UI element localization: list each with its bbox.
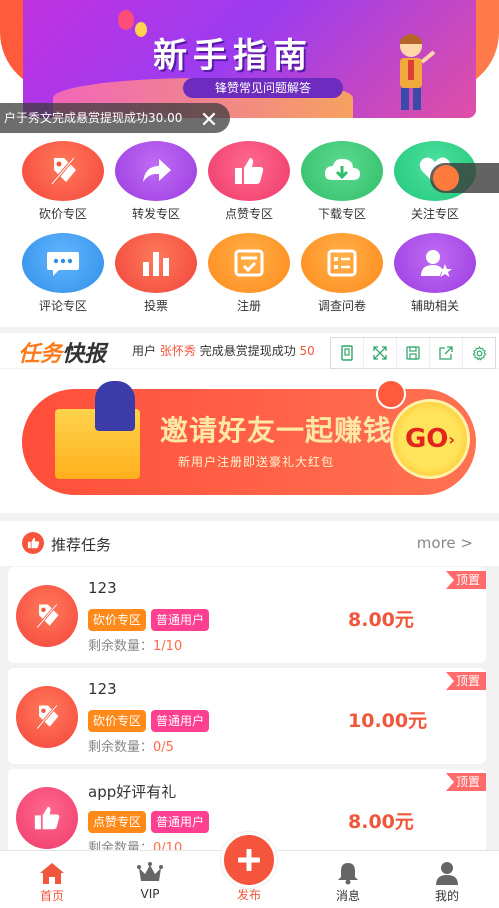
- recommend-header: 推荐任务 more >: [0, 521, 499, 566]
- news-text: 用户 张怀秀 完成悬赏提现成功 50: [132, 344, 315, 358]
- crown-icon: [120, 859, 180, 887]
- category-label: 调查问卷: [317, 299, 366, 313]
- publish-label: 发布: [236, 888, 261, 902]
- task-price: 8.00元: [348, 811, 414, 833]
- category-forward[interactable]: 转发专区: [111, 141, 201, 222]
- task-remaining: 剩余数量：1/10: [88, 639, 183, 654]
- category-grid: 砍价专区 转发专区 点赞专区 下载专区 关注专区 评论专区 投票 注册 调查问卷…: [0, 135, 499, 327]
- recommend-title: 推荐任务: [51, 536, 112, 554]
- thumbs-up-icon: [16, 787, 78, 849]
- bell-decoration-icon: [376, 379, 406, 409]
- nav-home[interactable]: 首页: [22, 859, 82, 904]
- close-icon[interactable]: ✕: [198, 110, 220, 133]
- user-star-icon: [394, 233, 476, 293]
- more-link[interactable]: more >: [417, 534, 473, 552]
- thumbs-up-icon: [22, 532, 44, 554]
- task-price: 10.00元: [348, 710, 428, 732]
- share-icon[interactable]: [430, 338, 463, 368]
- nav-mine[interactable]: 我的: [417, 859, 477, 904]
- settings-gear-icon[interactable]: [463, 338, 495, 368]
- nav-label: 首页: [39, 889, 64, 903]
- nav-messages[interactable]: 消息: [318, 859, 378, 904]
- nav-label: 消息: [335, 889, 360, 903]
- pinned-badge: 顶置: [445, 672, 486, 690]
- pinned-badge: 顶置: [445, 571, 486, 589]
- task-tags: 点赞专区 普通用户: [88, 811, 210, 833]
- plus-icon: [238, 849, 260, 871]
- category-label: 注册: [236, 299, 261, 313]
- bar-chart-icon: [115, 233, 197, 293]
- category-survey[interactable]: 调查问卷: [297, 233, 387, 314]
- category-label: 辅助相关: [410, 299, 459, 313]
- go-button[interactable]: GO ›: [390, 399, 470, 479]
- floating-toolbar: [330, 337, 496, 369]
- pinned-badge: 顶置: [445, 773, 486, 791]
- withdraw-marquee: 户于秀文完成悬赏提现成功30.00: [0, 103, 230, 133]
- balloon-decoration: [118, 10, 134, 30]
- publish-button[interactable]: [221, 832, 277, 888]
- user-level-tag: 普通用户: [151, 609, 210, 631]
- register-form-icon: [208, 233, 290, 293]
- nav-vip[interactable]: VIP: [120, 859, 180, 901]
- task-tags: 砍价专区 普通用户: [88, 609, 210, 631]
- floating-promo[interactable]: [430, 163, 499, 193]
- category-like[interactable]: 点赞专区: [204, 141, 294, 222]
- category-tag: 砍价专区: [88, 710, 147, 732]
- cartoon-person-icon: [400, 34, 436, 110]
- invite-title: 邀请好友一起赚钱: [160, 414, 393, 447]
- category-register[interactable]: 注册: [204, 233, 294, 314]
- category-vote[interactable]: 投票: [111, 233, 201, 314]
- category-bargain[interactable]: 砍价专区: [18, 141, 108, 222]
- thumbs-up-icon: [208, 141, 290, 201]
- task-tags: 砍价专区 普通用户: [88, 710, 210, 732]
- category-comment[interactable]: 评论专区: [18, 233, 108, 314]
- task-card[interactable]: 123 砍价专区 普通用户 剩余数量：0/5 10.00元 顶置: [8, 668, 486, 764]
- chat-bubble-icon: [22, 233, 104, 293]
- save-icon[interactable]: [397, 338, 430, 368]
- category-label: 转发专区: [131, 207, 180, 221]
- category-label: 下载专区: [317, 207, 366, 221]
- category-label: 投票: [143, 299, 168, 313]
- balloon-decoration: [135, 22, 147, 37]
- category-label: 关注专区: [410, 207, 459, 221]
- category-download[interactable]: 下载专区: [297, 141, 387, 222]
- promo-avatar: [433, 165, 459, 191]
- invite-subtitle: 新用户注册即送豪礼大红包: [178, 455, 335, 469]
- fullscreen-icon[interactable]: [364, 338, 397, 368]
- category-label: 评论专区: [38, 299, 87, 313]
- banner-subtitle: 锋赞常见问题解答: [183, 78, 343, 98]
- category-assist[interactable]: 辅助相关: [390, 233, 480, 314]
- task-price: 8.00元: [348, 609, 414, 631]
- invite-banner[interactable]: 邀请好友一起赚钱 新用户注册即送豪礼大红包 GO ›: [0, 369, 499, 513]
- tag-slash-icon: [16, 686, 78, 748]
- task-name: 123: [88, 579, 117, 597]
- task-card[interactable]: 123 砍价专区 普通用户 剩余数量：1/10 8.00元 顶置: [8, 567, 486, 663]
- copy-icon[interactable]: [331, 338, 364, 368]
- news-logo: 任务快报: [18, 342, 107, 367]
- category-label: 砍价专区: [38, 207, 87, 221]
- user-icon: [417, 859, 477, 887]
- nav-label: 我的: [434, 889, 459, 903]
- category-tag: 砍价专区: [88, 609, 147, 631]
- banner-image[interactable]: 新手指南 锋赞常见问题解答: [23, 0, 476, 118]
- bell-icon: [318, 859, 378, 887]
- nav-label: VIP: [140, 887, 160, 901]
- tag-slash-icon: [16, 585, 78, 647]
- task-remaining: 剩余数量：0/5: [88, 740, 174, 755]
- banner-title: 新手指南: [153, 36, 313, 76]
- person-illustration-icon: [95, 381, 135, 431]
- task-name: 123: [88, 680, 117, 698]
- cloud-download-icon: [301, 141, 383, 201]
- survey-list-icon: [301, 233, 383, 293]
- category-label: 点赞专区: [224, 207, 273, 221]
- tag-slash-icon: [22, 141, 104, 201]
- user-level-tag: 普通用户: [151, 811, 210, 833]
- user-level-tag: 普通用户: [151, 710, 210, 732]
- category-tag: 点赞专区: [88, 811, 147, 833]
- share-arrow-icon: [115, 141, 197, 201]
- home-icon: [22, 859, 82, 887]
- task-name: app好评有礼: [88, 783, 177, 801]
